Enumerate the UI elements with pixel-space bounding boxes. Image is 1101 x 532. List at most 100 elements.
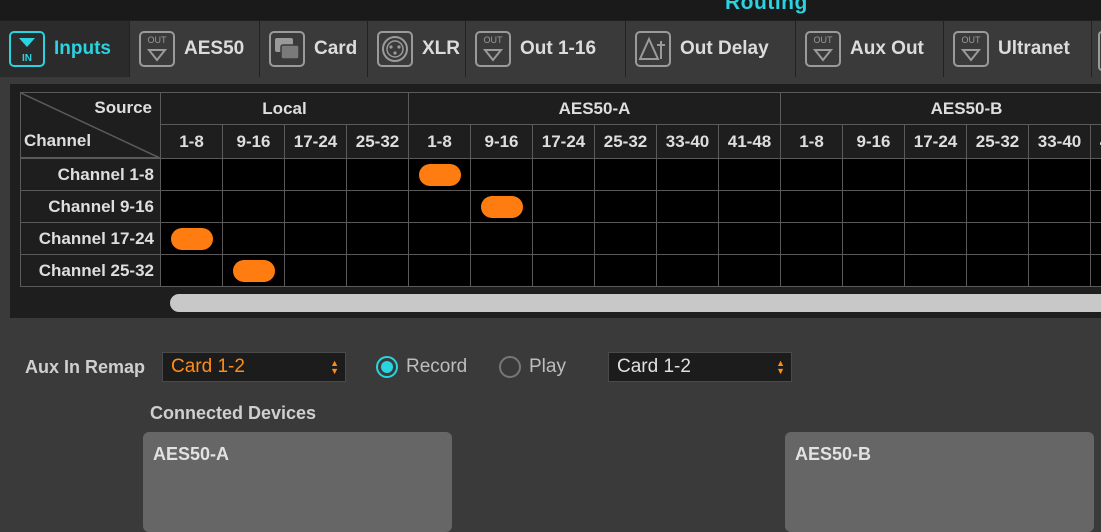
matrix-cell[interactable] (532, 222, 595, 255)
matrix-cell[interactable] (966, 158, 1029, 191)
matrix-cell[interactable] (966, 222, 1029, 255)
matrix-cell[interactable] (780, 254, 843, 287)
tab-aux-out[interactable]: OUT Aux Out (796, 21, 944, 77)
matrix-cell[interactable] (904, 254, 967, 287)
matrix-cell[interactable] (718, 222, 781, 255)
matrix-cell[interactable] (842, 222, 905, 255)
matrix-cell[interactable] (408, 190, 471, 223)
matrix-cell[interactable] (1028, 158, 1091, 191)
matrix-cell[interactable] (160, 254, 223, 287)
source-group-label: AES50-B (930, 98, 1003, 118)
aux-source-select[interactable]: Card 1-2 ▲ ▼ (608, 352, 792, 382)
matrix-cell[interactable] (222, 222, 285, 255)
tab-ultranet[interactable]: OUT Ultranet (944, 21, 1092, 77)
matrix-cell[interactable] (222, 190, 285, 223)
route-indicator[interactable] (481, 196, 523, 218)
tab-bar: IN Inputs OUT AES50 Card XLR OUT Out 1-1… (0, 20, 1101, 77)
matrix-cell[interactable] (1028, 222, 1091, 255)
matrix-cell[interactable] (718, 254, 781, 287)
matrix-cell[interactable] (346, 222, 409, 255)
record-radio[interactable]: Record (376, 356, 467, 378)
matrix-cell[interactable] (532, 254, 595, 287)
matrix-cell[interactable] (780, 222, 843, 255)
matrix-cell[interactable] (594, 222, 657, 255)
matrix-cell[interactable] (346, 254, 409, 287)
matrix-cell[interactable] (284, 190, 347, 223)
matrix-cell[interactable] (284, 158, 347, 191)
matrix-cell[interactable] (780, 190, 843, 223)
source-column-header: 33-40 (656, 124, 719, 159)
aux-in-remap-select[interactable]: Card 1-2 ▲ ▼ (162, 352, 346, 382)
matrix-cell[interactable] (656, 190, 719, 223)
output-icon-text: OUT (148, 35, 168, 45)
tab-out-1-16[interactable]: OUT Out 1-16 (466, 21, 626, 77)
route-indicator[interactable] (233, 260, 275, 282)
source-group-label: Local (262, 98, 307, 118)
matrix-cell[interactable] (1090, 190, 1101, 223)
tab-card[interactable]: Card (260, 21, 368, 77)
matrix-cell[interactable] (470, 254, 533, 287)
source-column-label: 1-8 (179, 131, 204, 151)
tab-inputs[interactable]: IN Inputs (0, 21, 130, 77)
matrix-cell[interactable] (904, 190, 967, 223)
matrix-cell[interactable] (594, 254, 657, 287)
source-group-header: Local (160, 92, 409, 125)
source-column-label: 17-24 (293, 131, 338, 151)
matrix-cell[interactable] (532, 190, 595, 223)
horizontal-scrollbar[interactable] (170, 294, 1101, 312)
tab-label: Out 1-16 (520, 38, 597, 59)
matrix-cell[interactable] (470, 158, 533, 191)
play-radio[interactable]: Play (499, 356, 566, 378)
matrix-cell[interactable] (1090, 254, 1101, 287)
matrix-cell[interactable] (842, 254, 905, 287)
matrix-cell[interactable] (470, 222, 533, 255)
source-column-label: 41-48 (1091, 125, 1101, 158)
matrix-cell[interactable] (718, 190, 781, 223)
source-column-header: 33-40 (1028, 124, 1091, 159)
matrix-cell[interactable] (1028, 190, 1091, 223)
matrix-cell[interactable] (904, 222, 967, 255)
matrix-cell[interactable] (780, 158, 843, 191)
matrix-cell[interactable] (1090, 222, 1101, 255)
source-column-header: 41-48 (1090, 124, 1101, 159)
matrix-cell[interactable] (656, 222, 719, 255)
matrix-cell[interactable] (718, 158, 781, 191)
route-indicator[interactable] (171, 228, 213, 250)
matrix-cell[interactable] (346, 158, 409, 191)
source-column-header: 17-24 (904, 124, 967, 159)
matrix-cell[interactable] (160, 158, 223, 191)
matrix-cell[interactable] (1028, 254, 1091, 287)
device-name: AES50-B (795, 444, 872, 464)
tab-xlr[interactable]: XLR (368, 21, 466, 77)
route-indicator[interactable] (419, 164, 461, 186)
matrix-cell[interactable] (160, 190, 223, 223)
matrix-cell[interactable] (842, 158, 905, 191)
channel-row-label: Channel 17-24 (38, 228, 154, 248)
matrix-cell[interactable] (284, 222, 347, 255)
matrix-cell[interactable] (408, 254, 471, 287)
device-card-aes50-b[interactable]: AES50-B (785, 432, 1094, 532)
output-icon: OUT (474, 30, 512, 68)
matrix-cell[interactable] (346, 190, 409, 223)
matrix-cell[interactable] (532, 158, 595, 191)
matrix-cell[interactable] (656, 254, 719, 287)
matrix-cell[interactable] (904, 158, 967, 191)
matrix-cell[interactable] (842, 190, 905, 223)
device-card-aes50-a[interactable]: AES50-A (143, 432, 452, 532)
matrix-cell[interactable] (1090, 158, 1101, 191)
matrix-cell[interactable] (594, 158, 657, 191)
matrix-cell[interactable] (966, 190, 1029, 223)
matrix-cell[interactable] (656, 158, 719, 191)
matrix-cell[interactable] (966, 254, 1029, 287)
tab-aes50[interactable]: OUT AES50 (130, 21, 260, 77)
matrix-cell[interactable] (284, 254, 347, 287)
connected-devices-title: Connected Devices (150, 403, 317, 423)
scrollbar-thumb[interactable] (170, 294, 1101, 312)
tab-label: XLR (422, 38, 460, 59)
source-column-header: 1-8 (780, 124, 843, 159)
matrix-cell[interactable] (222, 158, 285, 191)
source-column-label: 33-40 (1037, 131, 1082, 151)
matrix-cell[interactable] (594, 190, 657, 223)
matrix-cell[interactable] (408, 222, 471, 255)
tab-out-delay[interactable]: Out Delay (626, 21, 796, 77)
